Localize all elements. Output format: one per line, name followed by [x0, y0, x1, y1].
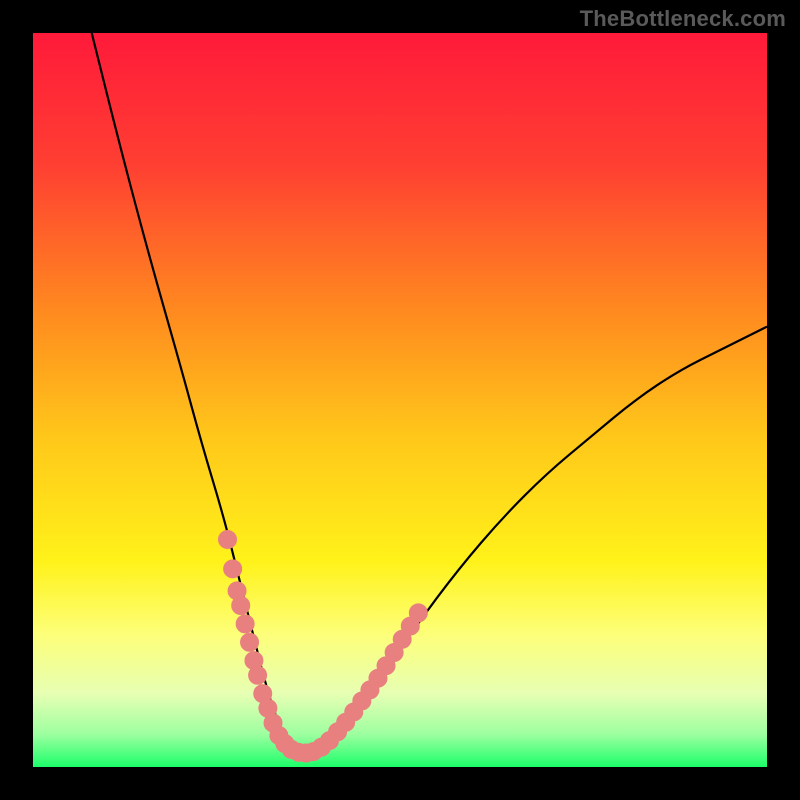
highlight-dot [236, 615, 254, 633]
highlight-dot [241, 633, 259, 651]
highlight-dot [232, 597, 250, 615]
highlight-dot [224, 560, 242, 578]
highlight-dot [249, 666, 267, 684]
watermark-text: TheBottleneck.com [580, 6, 786, 32]
highlight-dot [409, 604, 427, 622]
chart-frame: TheBottleneck.com [0, 0, 800, 800]
bottleneck-chart [0, 0, 800, 800]
highlight-dot [219, 530, 237, 548]
